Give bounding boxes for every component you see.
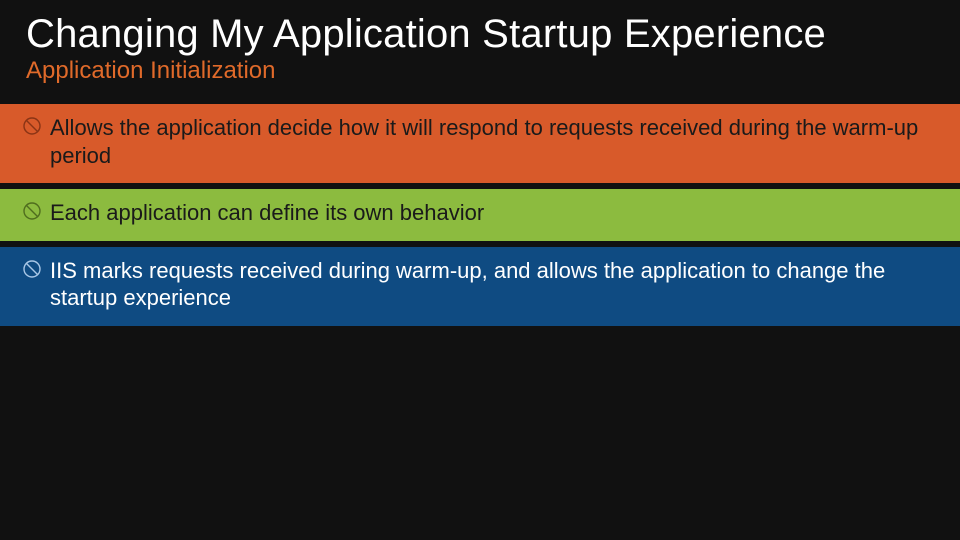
slide-title: Changing My Application Startup Experien… (0, 12, 960, 56)
bullet-glyph-icon (22, 259, 42, 279)
bullet-text: Allows the application decide how it wil… (50, 114, 934, 169)
slide: Changing My Application Startup Experien… (0, 0, 960, 540)
slide-subtitle: Application Initialization (0, 56, 960, 96)
bullet-glyph-icon (22, 116, 42, 136)
bullet-item: IIS marks requests received during warm-… (0, 247, 960, 326)
bullet-item: Allows the application decide how it wil… (0, 104, 960, 183)
bullet-item: Each application can define its own beha… (0, 189, 960, 241)
bullet-glyph-icon (22, 201, 42, 221)
bullet-list: Allows the application decide how it wil… (0, 104, 960, 326)
bullet-text: Each application can define its own beha… (50, 199, 934, 227)
bullet-text: IIS marks requests received during warm-… (50, 257, 934, 312)
